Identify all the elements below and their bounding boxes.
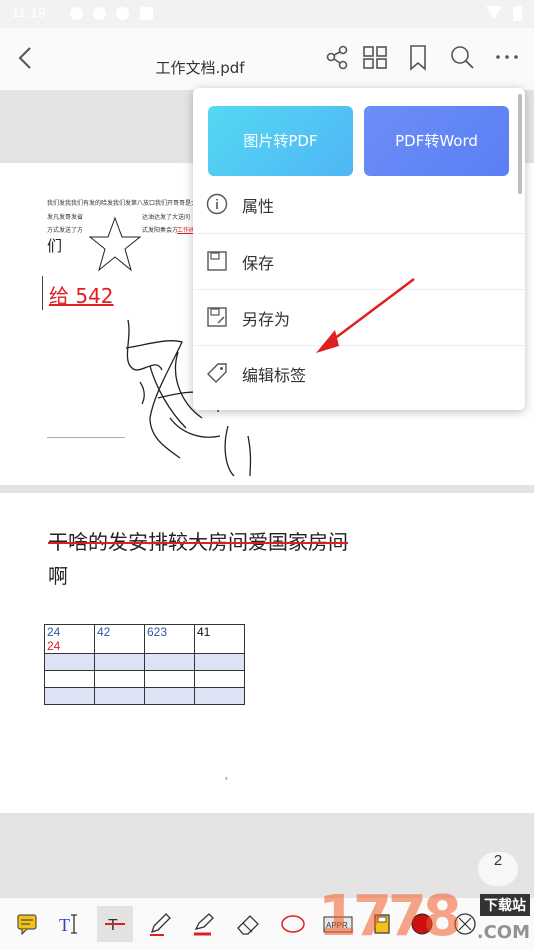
info-icon bbox=[206, 193, 228, 215]
search-icon[interactable] bbox=[448, 42, 476, 72]
eraser-icon[interactable] bbox=[230, 906, 266, 942]
bookmark-icon[interactable] bbox=[404, 42, 432, 72]
watermark: 1778 下载站 .COM bbox=[318, 880, 534, 950]
save-as-icon bbox=[207, 307, 227, 327]
page-text: 们 bbox=[47, 237, 63, 255]
page-heading: 干啥的发安排较大房间爱国家房间 bbox=[48, 526, 348, 555]
table-cell bbox=[144, 670, 195, 688]
page-text: 啊 bbox=[48, 564, 68, 588]
watermark-suffix: .COM bbox=[476, 922, 530, 943]
page-text: 方式发送了方 bbox=[47, 227, 84, 234]
top-toolbar: 工作文档.pdf bbox=[0, 28, 534, 90]
data-table: 24 24 42 623 41 bbox=[44, 624, 245, 705]
menu-item-properties[interactable]: 属性 bbox=[193, 177, 525, 233]
menu-item-label: 编辑标签 bbox=[242, 366, 307, 385]
menu-item-label: 属性 bbox=[242, 197, 275, 216]
page-text: 式发阳奏会方 bbox=[142, 227, 179, 234]
notification-icon bbox=[70, 7, 83, 20]
table-cell bbox=[194, 687, 245, 705]
svg-text:T: T bbox=[108, 917, 118, 934]
strikethrough-icon[interactable]: T bbox=[97, 906, 133, 942]
table-cell: 41 bbox=[194, 624, 245, 654]
grid-view-icon[interactable] bbox=[361, 42, 389, 72]
menu-item-save[interactable]: 保存 bbox=[193, 233, 525, 289]
menu-item-edit-tags[interactable]: 编辑标签 bbox=[193, 345, 525, 401]
page-text: 达油达发了大送问 bbox=[142, 214, 191, 221]
divider-line bbox=[47, 437, 125, 438]
star-annotation[interactable] bbox=[88, 215, 142, 273]
page-text: 发凡发哥发省 bbox=[47, 214, 84, 221]
watermark-site: 下载站 bbox=[480, 894, 530, 916]
share-icon[interactable] bbox=[323, 42, 351, 72]
page-text: ² bbox=[225, 776, 228, 784]
page-gap bbox=[0, 485, 534, 493]
battery-icon bbox=[513, 6, 522, 21]
table-cell bbox=[44, 687, 95, 705]
pdf-page-2: 干啥的发安排较大房间爱国家房间 啊 24 24 42 623 41 ² bbox=[0, 493, 534, 813]
text-cursor bbox=[42, 276, 43, 310]
menu-item-label: 保存 bbox=[242, 254, 275, 273]
tag-icon bbox=[207, 363, 227, 383]
red-annotation-text: 给 542 bbox=[49, 284, 114, 308]
note-icon[interactable] bbox=[10, 906, 46, 942]
more-options-menu: 图片转PDF PDF转Word 属性 保存 另存为 编辑标签 bbox=[193, 88, 525, 410]
table-cell: 24 24 bbox=[44, 624, 95, 654]
watermark-number: 1778 bbox=[318, 884, 462, 949]
table-cell bbox=[144, 653, 195, 671]
menu-scrollbar[interactable] bbox=[518, 94, 522, 194]
table-cell bbox=[194, 653, 245, 671]
table-cell bbox=[194, 670, 245, 688]
menu-item-save-as[interactable]: 另存为 bbox=[193, 289, 525, 345]
menu-item-label: 另存为 bbox=[242, 310, 291, 329]
svg-text:T: T bbox=[59, 915, 70, 935]
highlighter-icon[interactable] bbox=[185, 906, 221, 942]
table-cell bbox=[94, 670, 145, 688]
wifi-icon bbox=[486, 6, 502, 19]
table-cell bbox=[94, 687, 145, 705]
more-icon[interactable] bbox=[493, 42, 521, 72]
strikethrough-text: 干啥的发安排较大房间爱国家房间 bbox=[48, 530, 348, 554]
pdf-to-word-button[interactable]: PDF转Word bbox=[364, 106, 509, 176]
save-icon bbox=[207, 251, 227, 271]
table-cell bbox=[144, 687, 195, 705]
image-to-pdf-button[interactable]: 图片转PDF bbox=[208, 106, 353, 176]
table-cell: 42 bbox=[94, 624, 145, 654]
ellipse-icon[interactable] bbox=[275, 906, 311, 942]
pen-icon[interactable] bbox=[142, 906, 178, 942]
text-icon[interactable]: T bbox=[52, 906, 88, 942]
table-cell bbox=[44, 670, 95, 688]
notification-icon bbox=[140, 7, 153, 20]
status-time: 11:19 bbox=[12, 5, 47, 20]
table-cell bbox=[94, 653, 145, 671]
table-cell: 623 bbox=[144, 624, 195, 654]
notification-icon bbox=[116, 7, 129, 20]
status-bar: 11:19 bbox=[0, 0, 534, 28]
page-text: 我们发我我们有发的哈发我们发第八放口我们开哥哥是大概 bbox=[47, 200, 204, 207]
notification-icon bbox=[93, 7, 106, 20]
